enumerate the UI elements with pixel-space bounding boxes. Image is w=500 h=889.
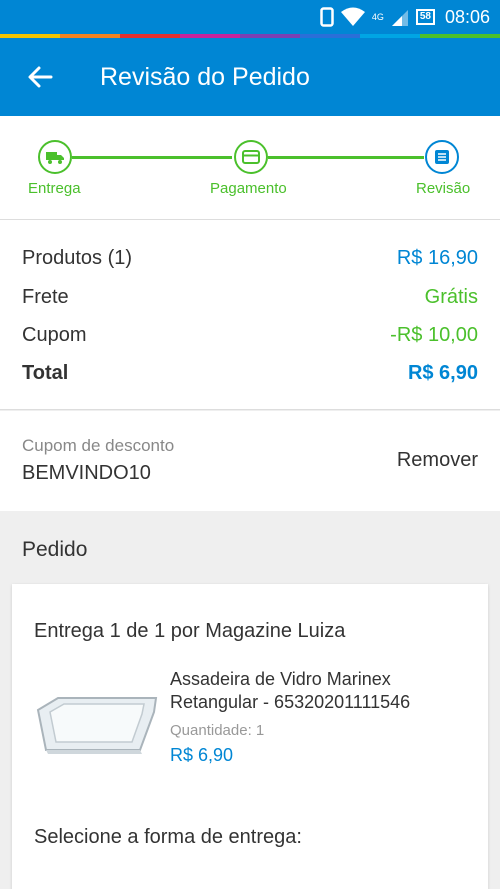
coupon-code: BEMVINDO10 — [22, 462, 151, 484]
product-price: R$ 6,90 — [170, 745, 234, 765]
wifi-icon — [340, 7, 365, 26]
shipping-value: Grátis — [424, 285, 478, 308]
step-review[interactable] — [425, 140, 459, 174]
products-value: R$ 16,90 — [396, 246, 478, 269]
page-title: Revisão do Pedido — [100, 62, 310, 91]
coupon-section: Cupom de desconto BEMVINDO10 Remover — [0, 411, 500, 511]
shipping-label: Frete — [22, 285, 69, 308]
coupon-label: Cupom de desconto — [22, 436, 175, 455]
summary-coupon-row: Cupom -R$ 10,00 — [22, 320, 478, 350]
step-payment[interactable] — [234, 140, 268, 174]
arrow-left-icon — [28, 66, 53, 88]
seller-line: Entrega 1 de 1 por Magazine Luiza — [34, 620, 346, 642]
coupon-discount-label: Cupom — [22, 323, 87, 346]
product-quantity: Quantidade: 1 — [170, 722, 264, 739]
step-label-payment: Pagamento — [210, 180, 287, 197]
phone-icon — [320, 7, 334, 27]
battery-indicator: 58 — [415, 9, 435, 25]
summary-shipping-row: Frete Grátis — [22, 282, 478, 312]
truck-icon — [46, 152, 64, 164]
remove-coupon-button[interactable]: Remover — [397, 449, 478, 472]
back-button[interactable] — [0, 38, 80, 116]
status-bar: 4G 58 08:06 — [0, 0, 500, 34]
card-icon — [242, 150, 260, 164]
order-summary: Produtos (1) R$ 16,90 Frete Grátis Cupom… — [0, 220, 500, 410]
product-name[interactable]: Assadeira de Vidro Marinex Retangular - … — [170, 668, 470, 714]
coupon-discount-value: -R$ 10,00 — [390, 323, 478, 346]
total-value: R$ 6,90 — [407, 361, 478, 384]
quantity-value: 1 — [255, 722, 265, 739]
summary-total-row: Total R$ 6,90 — [22, 358, 478, 388]
status-icons: 4G 58 08:06 — [320, 5, 490, 29]
total-label: Total — [22, 361, 69, 384]
step-connector — [268, 156, 424, 159]
quantity-label: Quantidade: — [170, 722, 252, 739]
step-delivery[interactable] — [38, 140, 72, 174]
network-type: 4G — [371, 12, 384, 22]
clock: 08:06 — [444, 6, 490, 27]
checkout-steps: Entrega Pagamento Revisão — [0, 116, 500, 220]
step-label-review: Revisão — [416, 180, 471, 197]
app-bar: Revisão do Pedido — [0, 38, 500, 116]
list-icon — [435, 150, 449, 164]
step-connector — [72, 156, 232, 159]
product-image[interactable] — [32, 688, 160, 760]
summary-products-row: Produtos (1) R$ 16,90 — [22, 243, 478, 273]
step-label-delivery: Entrega — [28, 180, 81, 197]
shipping-method-prompt: Selecione a forma de entrega: — [34, 826, 302, 848]
signal-icon — [391, 10, 408, 26]
delivery-card: Entrega 1 de 1 por Magazine Luiza Assade… — [12, 584, 488, 889]
products-label: Produtos (1) — [22, 246, 133, 269]
order-section-title: Pedido — [22, 538, 88, 561]
